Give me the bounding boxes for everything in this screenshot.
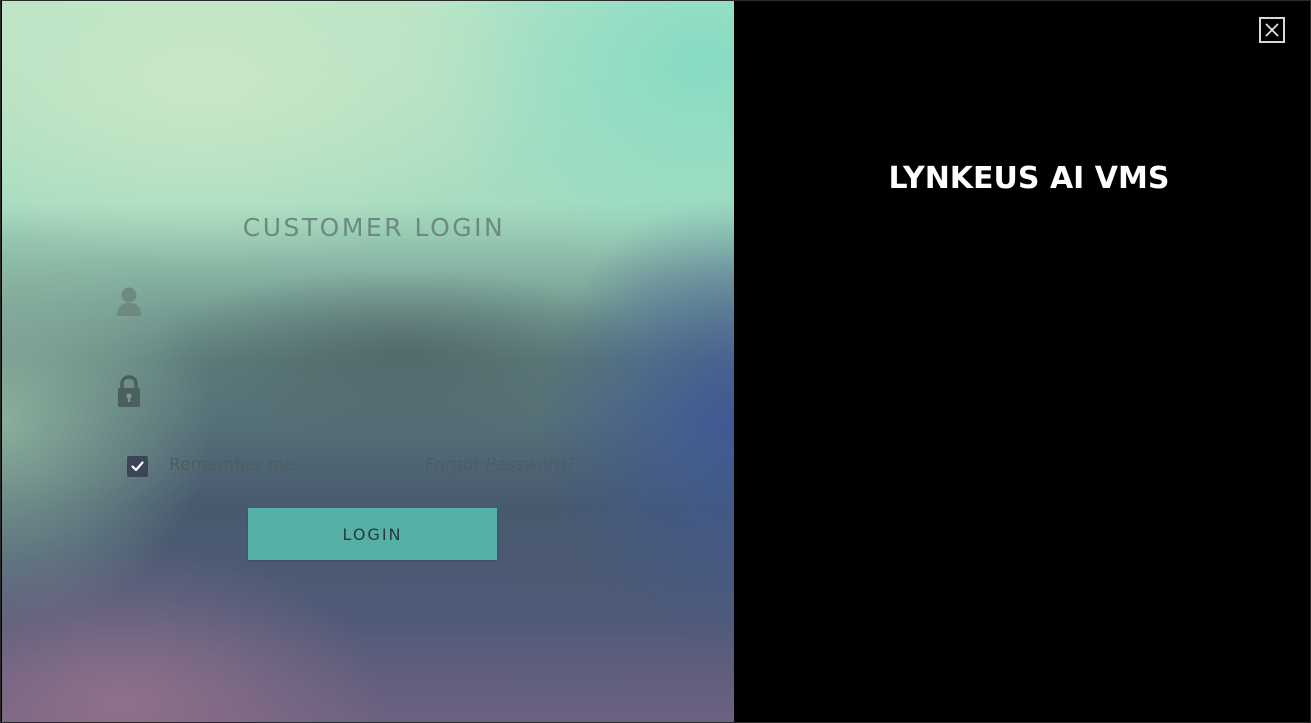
- close-icon: [1265, 23, 1279, 37]
- lock-icon: [112, 373, 146, 411]
- login-button[interactable]: LOGIN: [248, 508, 497, 560]
- login-panel: CUSTOMER LOGIN Remember me Forgot Passwo…: [2, 1, 734, 722]
- forgot-password-link[interactable]: Forgot Password?: [425, 455, 575, 475]
- remember-me-label[interactable]: Remember me: [169, 455, 295, 475]
- login-window: CUSTOMER LOGIN Remember me Forgot Passwo…: [0, 0, 1311, 723]
- checkmark-icon: [131, 461, 144, 472]
- login-title: CUSTOMER LOGIN: [242, 213, 506, 242]
- close-button[interactable]: [1259, 17, 1285, 43]
- brand-title: LYNKEUS AI VMS: [888, 161, 1170, 196]
- password-field: [112, 373, 612, 413]
- password-input[interactable]: [162, 377, 606, 409]
- username-input[interactable]: [162, 289, 606, 321]
- user-icon: [112, 285, 146, 323]
- remember-me-checkbox[interactable]: [127, 456, 148, 477]
- remember-row: Remember me Forgot Password?: [127, 454, 597, 480]
- username-field: [112, 285, 612, 325]
- brand-panel: LYNKEUS AI VMS: [734, 1, 1310, 722]
